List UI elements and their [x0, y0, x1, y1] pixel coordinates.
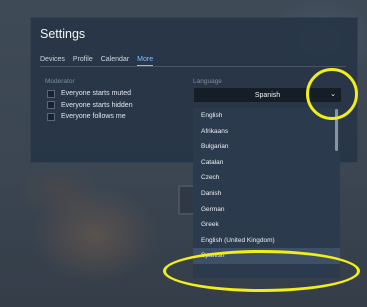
checkbox-box[interactable]: [47, 112, 55, 121]
tab-calendar[interactable]: Calendar: [101, 56, 129, 66]
language-option-czech[interactable]: Czech: [193, 170, 340, 186]
tab-more[interactable]: More: [137, 56, 154, 66]
language-select-value: Spanish: [254, 91, 281, 99]
language-option-danish[interactable]: Danish: [193, 186, 340, 202]
checkbox-everyone-starts-muted[interactable]: Everyone starts muted: [47, 88, 133, 100]
language-option-bulgarian[interactable]: Bulgarian: [193, 139, 340, 155]
checkbox-label: Everyone follows me: [61, 113, 126, 121]
checkbox-label: Everyone starts hidden: [61, 101, 133, 109]
language-option-greek[interactable]: Greek: [193, 217, 340, 233]
settings-tabs: Devices Profile Calendar More: [40, 56, 154, 66]
moderator-options: Everyone starts muted Everyone starts hi…: [47, 88, 133, 123]
checkbox-everyone-starts-hidden[interactable]: Everyone starts hidden: [47, 100, 133, 112]
highlight-circle-dropdown-arrow: [306, 68, 358, 120]
language-option-english-uk[interactable]: English (United Kingdom): [193, 233, 340, 249]
checkbox-box[interactable]: [47, 101, 55, 110]
checkbox-everyone-follows-me[interactable]: Everyone follows me: [47, 111, 133, 123]
tab-devices[interactable]: Devices: [40, 56, 65, 66]
highlight-circle-spanish-option: [163, 250, 360, 292]
dialog-title: Settings: [40, 27, 86, 41]
language-option-afrikaans[interactable]: Afrikaans: [193, 124, 340, 140]
language-section-label: Language: [193, 78, 222, 85]
checkbox-box[interactable]: [47, 89, 55, 98]
language-option-german[interactable]: German: [193, 202, 340, 218]
tab-profile[interactable]: Profile: [73, 56, 93, 66]
language-option-catalan[interactable]: Catalan: [193, 155, 340, 171]
moderator-section-label: Moderator: [45, 78, 75, 85]
tabs-divider: [40, 66, 346, 67]
checkbox-label: Everyone starts muted: [61, 90, 132, 98]
